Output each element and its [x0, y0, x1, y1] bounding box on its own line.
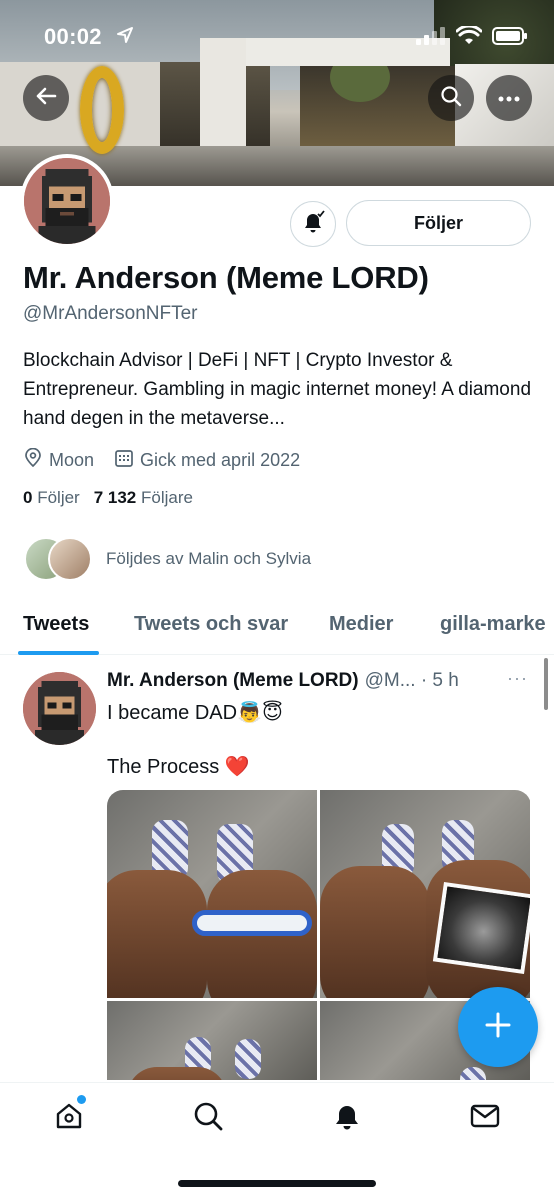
status-icons — [416, 24, 528, 51]
tweet-emoji: 👼😇 — [237, 700, 283, 724]
tweet-author[interactable]: Mr. Anderson (Meme LORD) — [107, 670, 359, 692]
tweet-text: I became DAD — [107, 702, 238, 724]
location-pin-icon — [23, 447, 43, 473]
more-icon — [498, 89, 520, 107]
tweet-more-button[interactable]: ··· — [507, 668, 528, 689]
nav-home[interactable] — [52, 1101, 86, 1135]
tweet-photo[interactable] — [320, 790, 530, 998]
following-count-link[interactable]: 0 Följer — [23, 488, 80, 508]
home-notification-dot — [77, 1095, 86, 1104]
search-button[interactable] — [428, 75, 474, 121]
bell-icon — [331, 1100, 363, 1137]
tweet-handle-time: @M... · 5 h — [364, 670, 459, 691]
search-icon — [440, 85, 462, 112]
location-text: Moon — [49, 450, 95, 470]
tweet-text-line: I became DAD👼😇 — [107, 700, 283, 725]
tweet-header: Mr. Anderson (Meme LORD) @M... · 5 h — [107, 670, 459, 692]
tweet-avatar[interactable] — [23, 672, 96, 745]
banner-gold-sculpture — [80, 66, 124, 154]
followed-by-text: Följdes av Malin och Sylvia — [106, 549, 312, 568]
profile-location: Moon — [23, 447, 95, 473]
home-indicator[interactable] — [178, 1180, 376, 1187]
tweet-photo[interactable] — [107, 1001, 317, 1080]
nav-search[interactable] — [191, 1101, 225, 1135]
profile-bio: Blockchain Advisor | DeFi | NFT | Crypto… — [23, 350, 532, 429]
tab-tweets[interactable]: Tweets — [23, 613, 89, 636]
heart-emoji: ❤️ — [224, 754, 250, 778]
profile-counts: 0 Följer 7 132 Följare — [23, 488, 193, 508]
nav-notifications[interactable] — [330, 1101, 364, 1135]
wifi-icon — [455, 24, 483, 51]
tab-media[interactable]: Medier — [329, 613, 393, 636]
profile-joined: Gick med april 2022 — [114, 448, 300, 473]
tab-tweets-and-replies[interactable]: Tweets och svar — [134, 613, 288, 636]
profile-name: Mr. Anderson (Meme LORD) — [23, 260, 429, 295]
tweet-text: The Process — [107, 756, 220, 778]
profile-handle: @MrAndersonNFTer — [23, 303, 198, 324]
following-button[interactable]: Följer — [346, 200, 531, 246]
following-count: 0 — [23, 488, 33, 507]
signal-icon — [416, 27, 446, 50]
followers-count: 7 132 — [93, 488, 137, 507]
more-button[interactable] — [486, 75, 532, 121]
profile-avatar[interactable] — [20, 154, 114, 248]
back-button[interactable] — [23, 75, 69, 121]
followers-label: Följare — [141, 488, 193, 507]
back-arrow-icon — [35, 85, 57, 112]
calendar-icon — [114, 448, 134, 473]
active-tab-indicator — [18, 651, 99, 655]
location-arrow-icon — [116, 26, 134, 49]
profile-meta: Moon Gick med april 2022 — [23, 447, 320, 473]
followed-by[interactable]: Följdes av Malin och Sylvia — [24, 537, 311, 581]
scrollbar[interactable] — [544, 658, 548, 710]
search-icon — [192, 1100, 224, 1137]
mail-icon — [469, 1100, 501, 1137]
bell-icon — [300, 209, 326, 240]
tweet-text-line: The Process ❤️ — [107, 754, 250, 779]
status-time: 00:02 — [44, 24, 102, 49]
nav-messages[interactable] — [468, 1101, 502, 1135]
plus-icon — [483, 1010, 513, 1045]
following-label: Följer — [37, 488, 80, 507]
tab-likes[interactable]: gilla-marke — [440, 613, 546, 636]
joined-text: Gick med april 2022 — [140, 450, 301, 470]
home-icon — [53, 1100, 85, 1137]
compose-tweet-button[interactable] — [458, 987, 538, 1067]
profile-tabs: Tweets Tweets och svar Medier gilla-mark… — [0, 605, 554, 655]
battery-icon — [492, 27, 528, 50]
follower-avatar — [48, 537, 92, 581]
tweet-photo[interactable] — [107, 790, 317, 998]
followers-count-link[interactable]: 7 132 Följare — [94, 488, 193, 508]
notifications-button[interactable] — [290, 201, 336, 247]
